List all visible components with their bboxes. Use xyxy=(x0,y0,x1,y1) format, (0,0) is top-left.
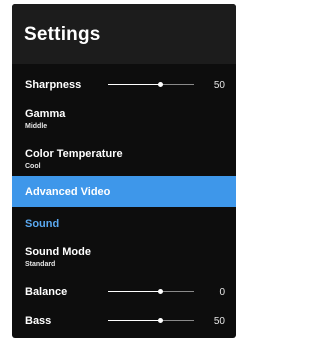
bass-track xyxy=(159,320,194,321)
sound-mode-row[interactable]: Sound Mode Standard xyxy=(12,240,236,274)
balance-row[interactable]: Balance 0 xyxy=(12,281,236,305)
gamma-row[interactable]: Gamma Middle xyxy=(12,102,236,138)
balance-thumb[interactable] xyxy=(157,289,163,294)
gamma-value: Middle xyxy=(25,123,48,130)
balance-track xyxy=(159,291,194,292)
sharpness-thumb[interactable] xyxy=(157,82,163,87)
sharpness-row[interactable]: Sharpness 50 xyxy=(12,72,236,98)
color-temperature-row[interactable]: Color Temperature Cool xyxy=(12,142,236,176)
sharpness-track-fill xyxy=(108,84,160,85)
advanced-video-label: Advanced Video xyxy=(25,186,111,198)
balance-value: 0 xyxy=(219,287,225,298)
bass-label: Bass xyxy=(25,315,52,327)
bass-thumb[interactable] xyxy=(157,318,163,323)
sound-section-label: Sound xyxy=(25,218,60,230)
color-temperature-label: Color Temperature xyxy=(25,148,123,160)
settings-panel: Settings Sharpness 50 Gamma Middle Color… xyxy=(12,4,236,338)
balance-slider[interactable] xyxy=(108,287,194,297)
bass-row[interactable]: Bass 50 xyxy=(12,309,236,333)
sharpness-slider[interactable] xyxy=(108,80,194,90)
sharpness-value: 50 xyxy=(213,80,225,91)
bass-track-fill xyxy=(108,320,160,321)
advanced-video-item[interactable]: Advanced Video xyxy=(12,176,236,207)
bass-value: 50 xyxy=(213,316,225,327)
balance-track-fill xyxy=(108,291,160,292)
bass-slider[interactable] xyxy=(108,316,194,326)
settings-header: Settings xyxy=(12,4,236,64)
sound-mode-value: Standard xyxy=(25,261,56,268)
sound-section[interactable]: Sound xyxy=(12,211,236,235)
color-temperature-value: Cool xyxy=(25,163,41,170)
sharpness-track xyxy=(159,84,194,85)
page-title: Settings xyxy=(24,24,101,45)
sharpness-label: Sharpness xyxy=(25,79,82,91)
sound-mode-label: Sound Mode xyxy=(25,246,91,258)
balance-label: Balance xyxy=(25,286,68,298)
gamma-label: Gamma xyxy=(25,108,66,120)
